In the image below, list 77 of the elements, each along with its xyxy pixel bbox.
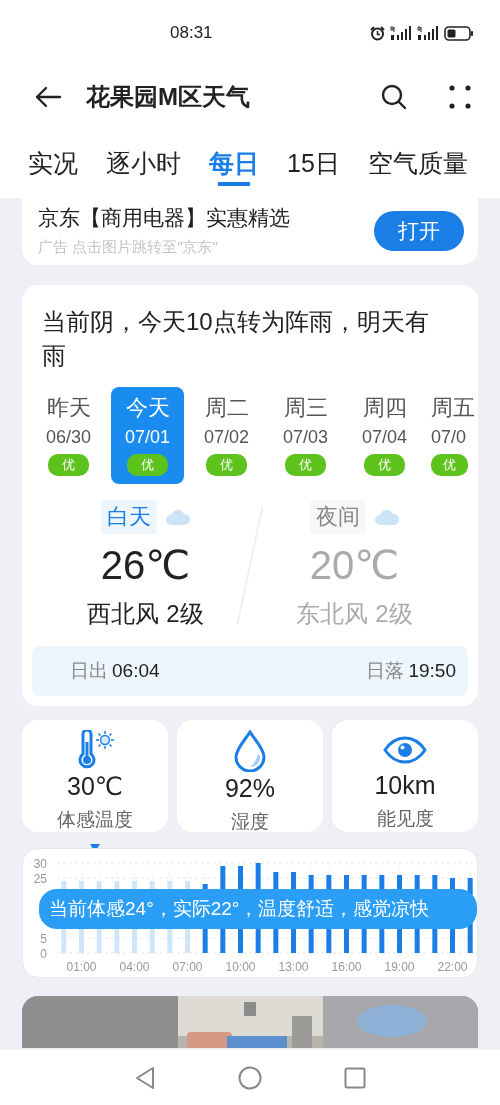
day-column[interactable]: 周四 07/04 优 xyxy=(348,387,421,484)
cloud-icon xyxy=(164,508,191,526)
metric-value: 30℃ xyxy=(67,772,123,801)
metric-value: 92% xyxy=(224,774,275,803)
axis-tick-label: 04:00 xyxy=(119,960,150,974)
day-date: 07/04 xyxy=(361,427,407,448)
day-column[interactable]: 周五 07/0 优 xyxy=(427,387,475,484)
day-name: 昨天 xyxy=(46,394,91,422)
aqi-badge: 优 xyxy=(285,454,326,476)
wind-level: 东北风 2级 xyxy=(296,599,413,629)
day-date: 07/03 xyxy=(282,427,328,448)
status-time: 08:31 xyxy=(170,23,213,43)
day-name: 周二 xyxy=(204,394,249,422)
sunset-time: 19:50 xyxy=(408,660,456,681)
ad-title: 京东【商用电器】实惠精选 xyxy=(38,205,290,231)
sunset-label: 日落 xyxy=(366,660,405,681)
day-column[interactable]: 周三 07/03 优 xyxy=(269,387,342,484)
aqi-badge: 优 xyxy=(127,454,168,476)
metric-card[interactable]: 10km 能见度 xyxy=(332,720,478,832)
axis-tick-label: 01:00 xyxy=(66,960,97,974)
aqi-badge: 优 xyxy=(431,454,468,476)
axis-tick-label: 16:00 xyxy=(331,960,362,974)
temperature: 20℃ xyxy=(309,542,400,588)
more-icon[interactable] xyxy=(448,84,472,110)
search-icon[interactable] xyxy=(380,83,408,111)
tab[interactable]: 实况 xyxy=(28,146,78,190)
axis-tick-label: 0 xyxy=(40,947,47,961)
signal-icon xyxy=(417,26,439,40)
temperature: 26℃ xyxy=(100,542,191,588)
water-drop-icon xyxy=(233,730,267,772)
day-name: 周三 xyxy=(283,394,328,422)
battery-icon xyxy=(444,25,474,41)
alarm-icon xyxy=(370,25,385,41)
axis-tick-label: 07:00 xyxy=(172,960,203,974)
day-date: 07/01 xyxy=(124,427,170,448)
axis-tick-label: 10:00 xyxy=(225,960,256,974)
day-name: 周四 xyxy=(362,394,407,422)
sunrise-label: 日出 xyxy=(70,660,108,681)
signal-icon xyxy=(390,26,412,40)
home-icon[interactable] xyxy=(238,1065,262,1090)
day-name: 今天 xyxy=(125,394,170,422)
axis-tick-label: 22:00 xyxy=(437,960,468,974)
metric-label: 能见度 xyxy=(376,807,434,831)
metric-label: 湿度 xyxy=(231,810,269,834)
metric-value: 10km xyxy=(374,771,436,800)
back-icon[interactable] xyxy=(34,85,62,109)
cloud-icon xyxy=(373,508,400,526)
eye-icon xyxy=(383,735,427,764)
day-date: 07/0 xyxy=(431,427,467,448)
wind-level: 西北风 2级 xyxy=(87,599,204,629)
metric-card[interactable]: 92% 湿度 xyxy=(177,720,323,832)
metric-label: 体感温度 xyxy=(57,808,133,832)
axis-tick-label: 19:00 xyxy=(384,960,415,974)
axis-tick-label: 30 xyxy=(33,857,47,871)
weather-summary: 当前阴，今天10点转为阵雨，明天有雨 xyxy=(41,307,430,371)
ad-card[interactable]: 京东【商用电器】实惠精选 广告 点击图片跳转至"京东" 打开 xyxy=(22,198,478,265)
aqi-badge: 优 xyxy=(364,454,405,476)
day-column[interactable]: 昨天 06/30 优 xyxy=(32,387,105,484)
aqi-badge: 优 xyxy=(48,454,89,476)
tab[interactable]: 逐小时 xyxy=(106,146,181,190)
recent-apps-icon[interactable] xyxy=(344,1066,366,1089)
aqi-badge: 优 xyxy=(206,454,247,476)
page-title: 花果园M区天气 xyxy=(86,82,251,112)
day-name: 周五 xyxy=(431,394,475,422)
sunrise-time: 06:04 xyxy=(112,660,160,681)
day-date: 07/02 xyxy=(203,427,249,448)
axis-tick-label: 13:00 xyxy=(278,960,309,974)
period-label: 白天 xyxy=(100,500,157,534)
day-date: 06/30 xyxy=(45,427,91,448)
axis-tick-label: 5 xyxy=(40,932,47,946)
day-column[interactable]: 周二 07/02 优 xyxy=(190,387,263,484)
ad-subtitle: 广告 点击图片跳转至"京东" xyxy=(38,238,219,257)
tab[interactable]: 空气质量 xyxy=(367,146,468,190)
axis-tick-label: 25 xyxy=(33,872,47,886)
open-button[interactable]: 打开 xyxy=(374,210,464,251)
tab[interactable]: 15日 xyxy=(287,146,340,190)
period-label: 夜间 xyxy=(309,500,366,534)
